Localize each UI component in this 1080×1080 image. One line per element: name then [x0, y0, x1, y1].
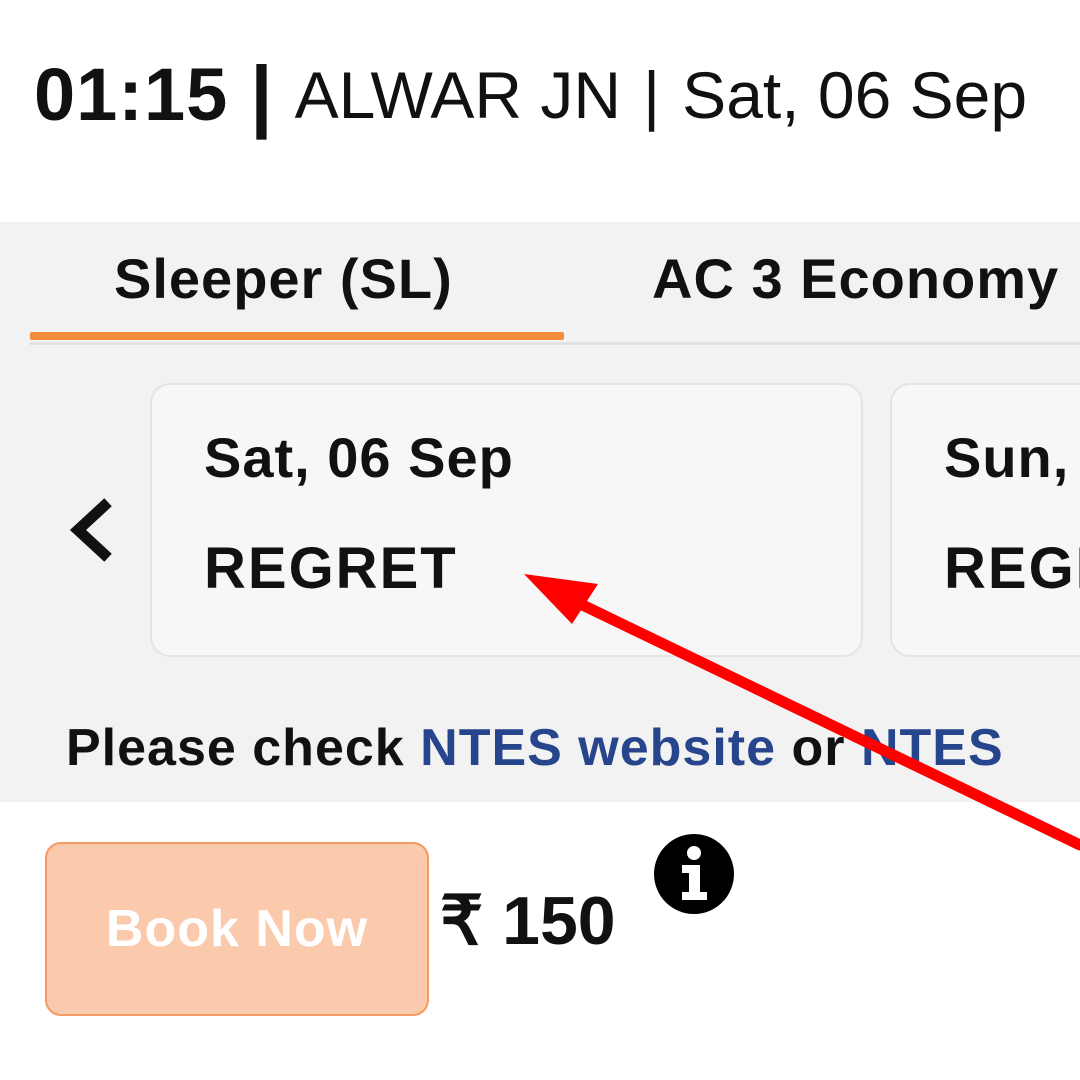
availability-status: REGRET	[944, 536, 1080, 601]
header-separator: |	[643, 57, 661, 132]
card-date: Sun,	[944, 426, 1070, 489]
availability-status: REGRET	[204, 536, 458, 601]
station-name: ALWAR JN	[294, 57, 622, 132]
card-date: Sat, 06 Sep	[204, 426, 514, 489]
chevron-left-icon[interactable]	[66, 498, 116, 562]
ntes-website-link[interactable]: NTES website	[420, 719, 776, 777]
availability-card[interactable]: Sat, 06 Sep REGRET	[150, 383, 863, 657]
tab-ac3-economy[interactable]: AC 3 Economy	[652, 246, 1059, 311]
class-tabs: Sleeper (SL) AC 3 Economy	[30, 222, 1080, 345]
notice-text: Please check	[66, 719, 421, 777]
journey-date: Sat, 06 Sep	[682, 57, 1028, 132]
tab-sleeper[interactable]: Sleeper (SL)	[114, 246, 453, 311]
ntes-notice: Please check NTES website or NTES	[66, 718, 1004, 778]
fare-amount: ₹ 150	[440, 883, 616, 959]
train-header: 01:15 | ALWAR JN | Sat, 06 Sep	[34, 52, 1027, 137]
header-separator: |	[250, 49, 273, 139]
train-availability-page: 01:15 | ALWAR JN | Sat, 06 Sep Sleeper (…	[0, 0, 1080, 1080]
ntes-app-link[interactable]: NTES	[861, 719, 1004, 777]
book-now-button[interactable]: Book Now	[45, 842, 429, 1016]
active-tab-indicator	[30, 332, 564, 340]
info-icon[interactable]	[652, 832, 736, 916]
notice-text: or	[776, 719, 861, 777]
availability-card[interactable]: Sun, REGRET	[890, 383, 1080, 657]
departure-time: 01:15	[34, 53, 229, 136]
